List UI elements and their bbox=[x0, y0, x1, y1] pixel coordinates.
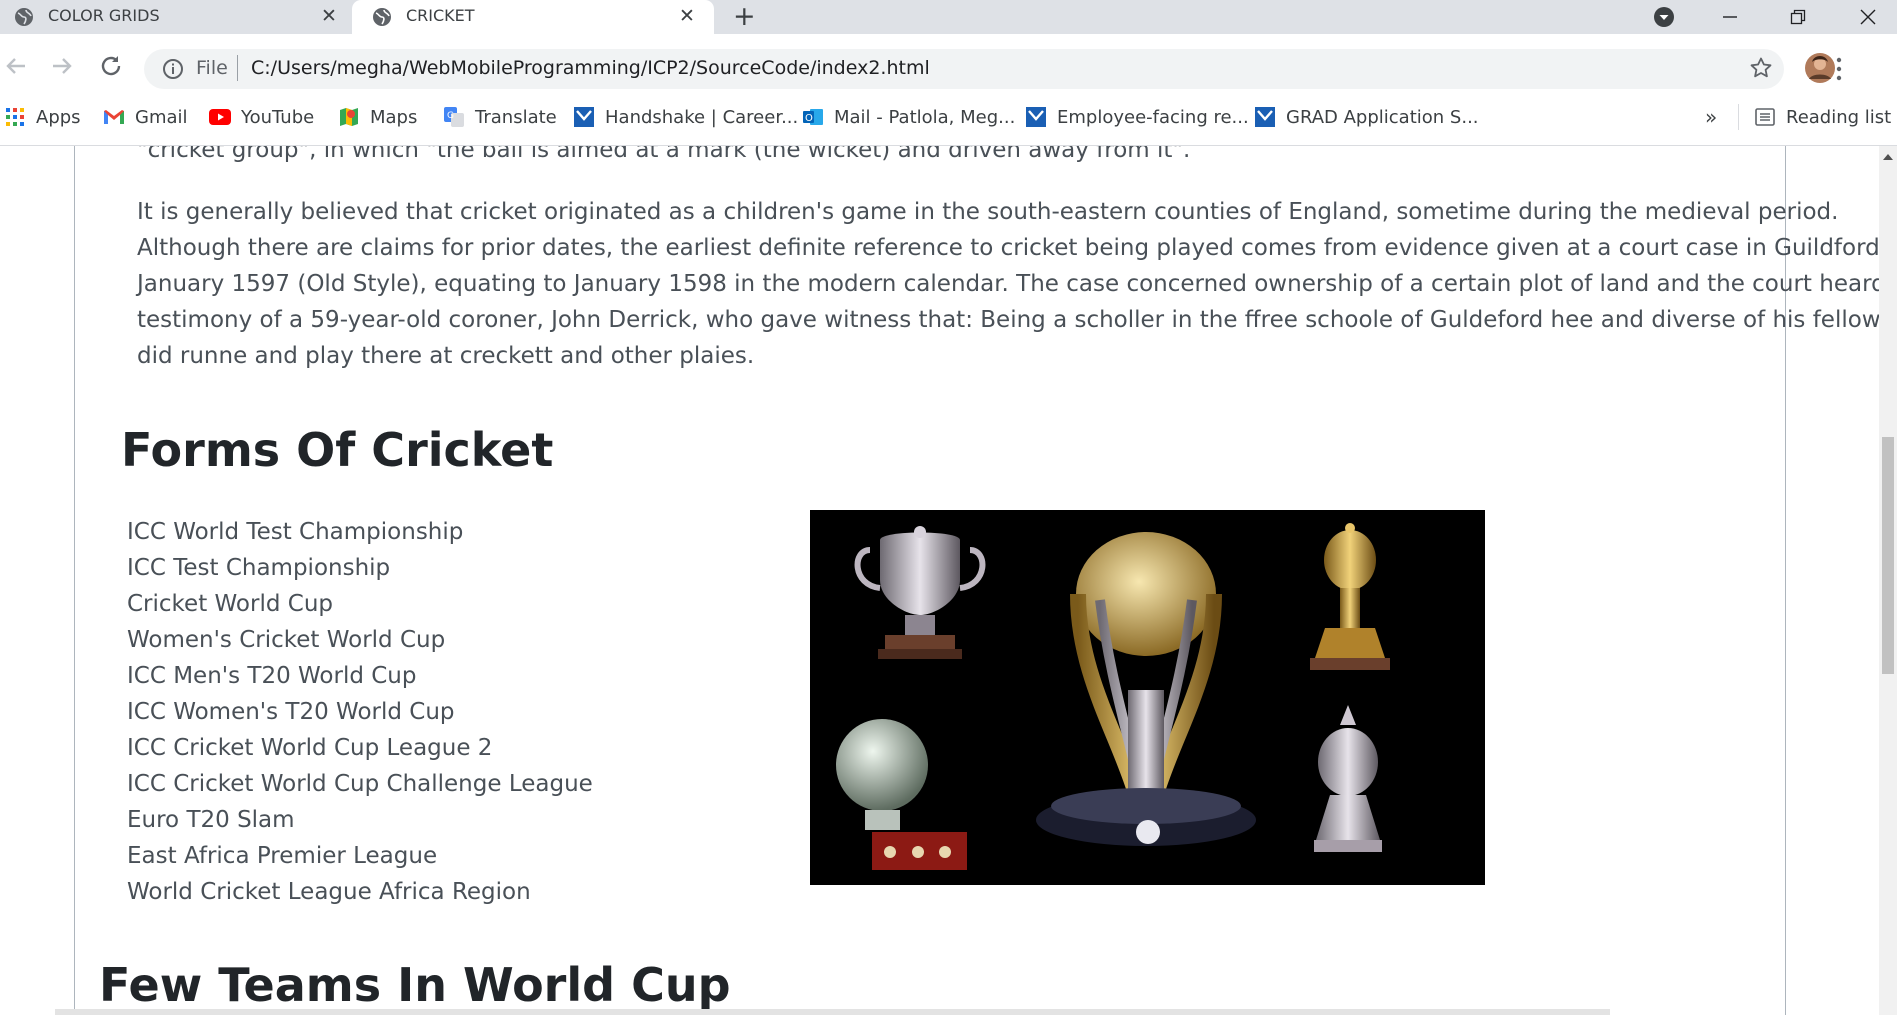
reading-list-label: Reading list bbox=[1786, 106, 1892, 128]
bookmark-label: Maps bbox=[370, 106, 418, 128]
teams-heading: Few Teams In World Cup bbox=[99, 958, 731, 1012]
tab-color-grids[interactable]: COLOR GRIDS ✕ bbox=[0, 0, 352, 34]
scrollbar-thumb[interactable] bbox=[1882, 437, 1894, 674]
horizontal-scrollbar[interactable] bbox=[55, 1009, 1610, 1015]
trophies-image bbox=[810, 510, 1485, 885]
close-icon[interactable]: ✕ bbox=[319, 6, 339, 26]
globe-icon bbox=[15, 8, 33, 26]
url-text[interactable]: C:/Users/megha/WebMobileProgramming/ICP2… bbox=[251, 57, 930, 79]
close-window-icon[interactable] bbox=[1839, 0, 1897, 34]
close-icon[interactable]: ✕ bbox=[677, 6, 697, 26]
forms-heading: Forms Of Cricket bbox=[121, 423, 554, 477]
handshake-icon bbox=[1254, 106, 1276, 128]
bookmark-label: Employee-facing re... bbox=[1057, 106, 1249, 128]
reading-list-icon bbox=[1754, 106, 1776, 128]
bookmark-grad-application[interactable]: GRAD Application S... bbox=[1254, 104, 1479, 130]
list-item: Women's Cricket World Cup bbox=[127, 627, 446, 653]
list-item: ICC Women's T20 World Cup bbox=[127, 699, 455, 725]
paragraph-line: January 1597 (Old Style), equating to Ja… bbox=[137, 271, 1879, 297]
list-item: World Cricket League Africa Region bbox=[127, 879, 531, 905]
youtube-icon bbox=[209, 106, 231, 128]
bookmark-label: Mail - Patlola, Meg... bbox=[834, 106, 1016, 128]
reload-icon[interactable] bbox=[98, 53, 124, 85]
outlook-icon: O bbox=[802, 106, 824, 128]
bookmark-maps[interactable]: Maps bbox=[338, 104, 417, 130]
bookmark-label: Handshake | Career... bbox=[605, 106, 799, 128]
bookmark-gmail[interactable]: Gmail bbox=[103, 104, 188, 130]
list-item: Euro T20 Slam bbox=[127, 807, 295, 833]
bookmark-employee-facing[interactable]: Employee-facing re... bbox=[1025, 104, 1249, 130]
list-item: ICC Men's T20 World Cup bbox=[127, 663, 417, 689]
intro-paragraph-tail: "cricket group", in which "the ball is a… bbox=[137, 146, 1191, 163]
handshake-icon bbox=[1025, 106, 1047, 128]
bookmark-label: Translate bbox=[475, 106, 557, 128]
forward-icon[interactable] bbox=[49, 53, 75, 85]
scroll-up-arrow-icon[interactable] bbox=[1882, 152, 1894, 162]
globe-icon bbox=[373, 8, 391, 26]
bookmark-label: Gmail bbox=[135, 106, 188, 128]
list-item: ICC Test Championship bbox=[127, 555, 391, 581]
file-scheme-label: File bbox=[196, 57, 228, 79]
paragraph-line: did runne and play there at creckett and… bbox=[137, 343, 755, 369]
paragraph-line: It is generally believed that cricket or… bbox=[137, 199, 1839, 225]
paragraph-line: Although there are claims for prior date… bbox=[137, 235, 1879, 261]
tab-title: COLOR GRIDS bbox=[48, 6, 160, 25]
paragraph-line: testimony of a 59-year-old coroner, John… bbox=[137, 307, 1879, 333]
tab-strip: COLOR GRIDS ✕ CRICKET ✕ + bbox=[0, 0, 1897, 34]
bookmark-label: YouTube bbox=[241, 106, 315, 128]
bookmark-mail-outlook[interactable]: O Mail - Patlola, Meg... bbox=[802, 104, 1015, 130]
forms-list: ICC World Test Championship ICC Test Cha… bbox=[127, 514, 593, 910]
svg-text:G: G bbox=[447, 111, 454, 121]
page-viewport: "cricket group", in which "the ball is a… bbox=[0, 146, 1879, 1015]
bookmark-apps[interactable]: Apps bbox=[4, 104, 81, 130]
list-item: ICC World Test Championship bbox=[127, 519, 464, 545]
reading-list-button[interactable]: Reading list bbox=[1754, 104, 1891, 130]
tab-cricket[interactable]: CRICKET ✕ bbox=[352, 0, 714, 34]
list-item: ICC Cricket World Cup League 2 bbox=[127, 735, 493, 761]
bookmark-handshake[interactable]: Handshake | Career... bbox=[573, 104, 798, 130]
tab-search-icon[interactable] bbox=[1635, 0, 1693, 34]
tab-title: CRICKET bbox=[406, 6, 475, 25]
vertical-scrollbar[interactable] bbox=[1879, 146, 1897, 1015]
translate-icon: G bbox=[443, 106, 465, 128]
handshake-icon bbox=[573, 106, 595, 128]
minimize-icon[interactable] bbox=[1701, 0, 1759, 34]
restore-icon[interactable] bbox=[1769, 0, 1827, 34]
star-bookmark-icon[interactable] bbox=[1749, 56, 1773, 80]
list-item: East Africa Premier League bbox=[127, 843, 438, 869]
list-item: ICC Cricket World Cup Challenge League bbox=[127, 771, 593, 797]
new-tab-plus-icon[interactable]: + bbox=[733, 3, 756, 30]
bookmarks-divider bbox=[1738, 104, 1739, 130]
bookmark-label: Apps bbox=[36, 106, 81, 128]
more-menu-icon[interactable] bbox=[1827, 54, 1851, 84]
address-divider bbox=[237, 55, 238, 81]
back-icon[interactable] bbox=[3, 53, 29, 85]
svg-text:O: O bbox=[805, 113, 813, 124]
bookmark-translate[interactable]: G Translate bbox=[443, 104, 557, 130]
bookmark-youtube[interactable]: YouTube bbox=[209, 104, 314, 130]
bookmark-label: GRAD Application S... bbox=[1286, 106, 1479, 128]
info-icon[interactable] bbox=[162, 58, 184, 80]
maps-icon bbox=[338, 106, 360, 128]
bookmarks-overflow-button[interactable]: » bbox=[1705, 104, 1717, 130]
apps-grid-icon bbox=[4, 106, 26, 128]
gmail-icon bbox=[103, 106, 125, 128]
list-item: Cricket World Cup bbox=[127, 591, 333, 617]
